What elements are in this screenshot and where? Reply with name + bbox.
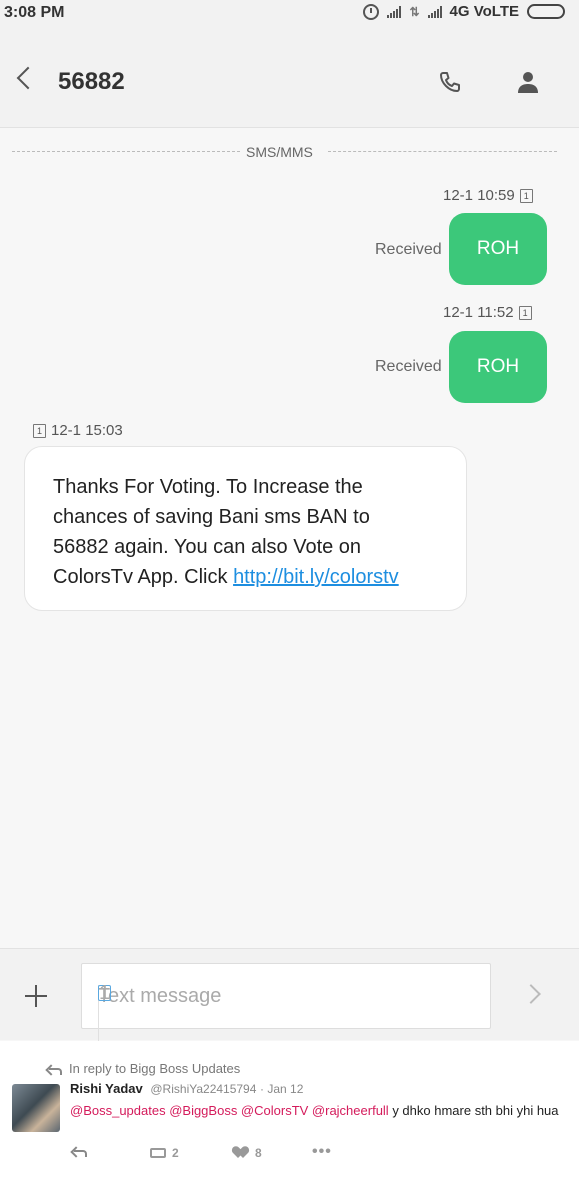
signal-icon: [387, 5, 402, 18]
send-icon[interactable]: [521, 984, 541, 1004]
divider-label: SMS/MMS: [246, 144, 313, 160]
timestamp-text: 12-1 10:59: [443, 187, 515, 204]
add-attachment-icon[interactable]: [25, 985, 47, 1007]
sim-icon: 1: [33, 423, 46, 438]
delivery-status: Received: [375, 358, 442, 375]
message-text: ColorsTv App. Click: [53, 566, 234, 588]
reply-context: In reply to Bigg Boss Updates: [47, 1061, 240, 1076]
message-timestamp: 1 12-1 15:03: [33, 422, 123, 439]
like-count: 8: [255, 1146, 262, 1160]
avatar[interactable]: [12, 1084, 60, 1132]
timestamp-text: 12-1 11:52: [443, 304, 514, 321]
phone-icon[interactable]: [438, 70, 462, 94]
retweet-icon: [150, 1148, 166, 1158]
delivery-status: Received: [375, 241, 442, 258]
message-link[interactable]: http://bit.ly/colorstv: [233, 566, 399, 588]
more-icon[interactable]: •••: [312, 1143, 332, 1161]
sim-icon: 1: [518, 305, 532, 320]
status-icons: ⇅ 4G VoLTE: [363, 3, 565, 20]
tweet-author-name[interactable]: Rishi Yadav: [70, 1081, 143, 1096]
tweet-handle[interactable]: @RishiYa22415794: [150, 1082, 256, 1096]
message-line: ColorsTv App. Click http://bit.ly/colors…: [53, 562, 446, 592]
network-label: 4G VoLTE: [449, 3, 519, 20]
divider-line: [328, 151, 557, 152]
message-line: 56882 again. You can also Vote on: [53, 536, 362, 558]
alarm-icon: [363, 3, 380, 20]
tweet-text: @Boss_updates @BiggBoss @ColorsTV @rajch…: [70, 1101, 570, 1120]
battery-icon: [527, 4, 565, 19]
sim-icon: 1: [519, 188, 533, 203]
like-button[interactable]: 8: [235, 1146, 262, 1160]
reply-arrow-icon: [47, 1064, 62, 1075]
like-icon: [235, 1147, 249, 1159]
timestamp-text: 12-1 15:03: [51, 422, 123, 439]
status-bar: 3:08 PM ⇅ 4G VoLTE: [0, 0, 579, 26]
data-arrows-icon: ⇅: [409, 4, 420, 19]
input-placeholder: Text message: [98, 985, 222, 1007]
sim-select-icon[interactable]: 1: [98, 982, 111, 1004]
divider-line: [12, 151, 240, 152]
outgoing-message-bubble[interactable]: ROH: [449, 213, 547, 285]
sms-mms-divider: SMS/MMS: [12, 144, 557, 160]
message-line: chances of saving Bani sms BAN to: [53, 506, 370, 528]
embedded-tweet: In reply to Bigg Boss Updates Rishi Yada…: [0, 1041, 579, 1181]
reply-context-text[interactable]: In reply to Bigg Boss Updates: [69, 1061, 240, 1076]
contact-icon[interactable]: [516, 70, 540, 94]
conversation-header: 56882: [0, 26, 579, 128]
outgoing-message-bubble[interactable]: ROH: [449, 331, 547, 403]
message-line: Thanks For Voting. To Increase the: [53, 476, 363, 498]
retweet-count: 2: [172, 1146, 179, 1160]
message-timestamp: 12-1 10:59 1: [443, 187, 533, 204]
message-composer: Text message 1: [0, 948, 579, 1049]
text-message-input[interactable]: Text message 1: [81, 963, 491, 1049]
tweet-actions: 2 8 •••: [72, 1143, 352, 1166]
message-timestamp: 12-1 11:52 1: [443, 304, 532, 321]
contact-title: 56882: [58, 68, 125, 95]
back-icon[interactable]: [16, 66, 40, 90]
incoming-message-bubble[interactable]: Thanks For Voting. To Increase the chanc…: [24, 446, 467, 611]
signal-icon-2: [427, 5, 442, 18]
tweet-date: · Jan 12: [260, 1082, 304, 1096]
status-time: 3:08 PM: [4, 4, 65, 21]
tweet-header: Rishi Yadav @RishiYa22415794 · Jan 12: [70, 1081, 303, 1096]
tweet-body-text: y dhko hmare sth bhi yhi hua: [388, 1103, 559, 1118]
retweet-button[interactable]: 2: [150, 1146, 179, 1160]
reply-button[interactable]: [72, 1146, 87, 1157]
reply-icon: [72, 1146, 87, 1157]
tweet-mentions[interactable]: @Boss_updates @BiggBoss @ColorsTV @rajch…: [70, 1103, 389, 1118]
